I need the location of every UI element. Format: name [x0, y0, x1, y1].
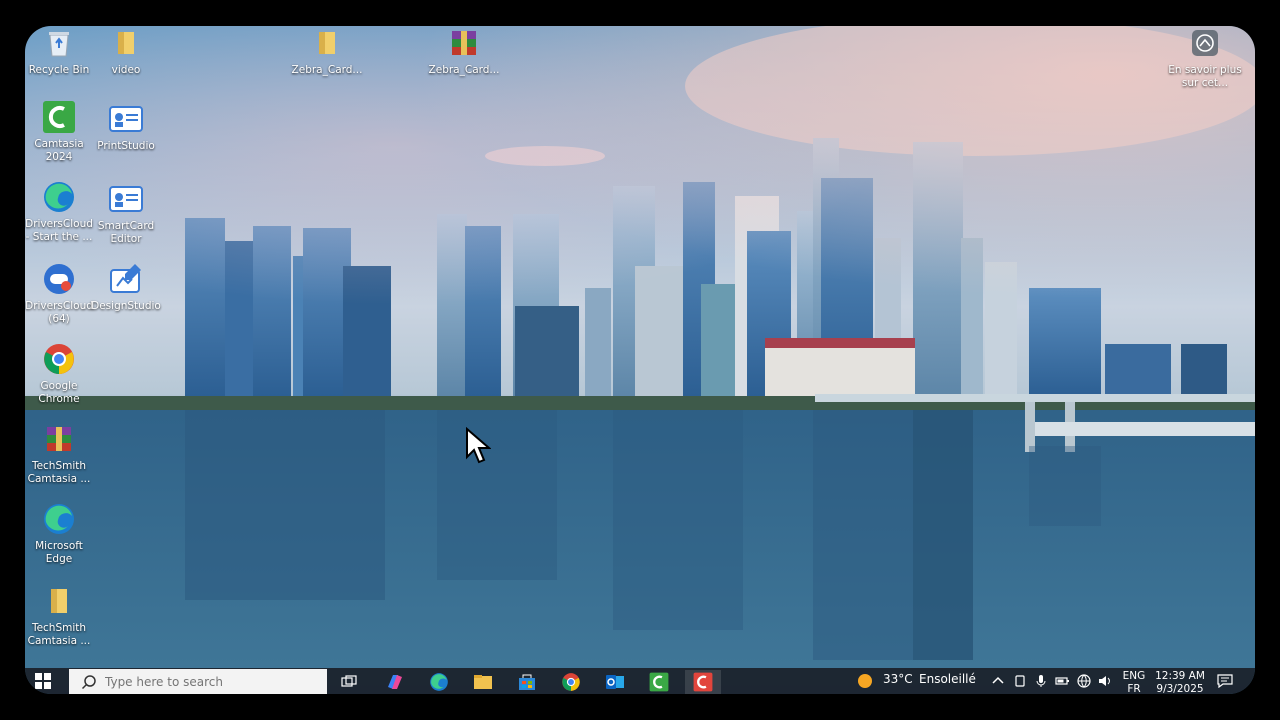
file-explorer-icon: [474, 675, 492, 689]
folder-icon: [310, 26, 344, 60]
camtasia-recorder-button[interactable]: [685, 670, 721, 694]
search-input[interactable]: [105, 674, 305, 689]
desktop-icon-label: Google Chrome: [38, 380, 80, 405]
clock-time: 12:39 AM: [1155, 670, 1205, 682]
chevron-up-icon[interactable]: [991, 674, 1005, 688]
globe-icon[interactable]: [1077, 674, 1091, 688]
taskbar: 33°C Ensoleillé ENG FR 12:39 AM 9/3/2025: [25, 668, 1255, 694]
language-indicator[interactable]: ENG FR: [1122, 670, 1146, 694]
windows-start-icon[interactable]: [35, 673, 51, 689]
outlook-icon: [606, 675, 624, 689]
desktop-icon-label: Camtasia 2024: [34, 138, 84, 163]
desktop-icon-label: DriversCloud (64): [25, 300, 93, 325]
learn-more-label: En savoir plus sur cet...: [1168, 64, 1242, 89]
clock-date: 9/3/2025: [1156, 683, 1204, 694]
winrar-archive-icon: [447, 26, 481, 60]
desktop-icon-label: TechSmith Camtasia ...: [27, 622, 91, 647]
weather-temperature[interactable]: 33°C: [883, 672, 913, 686]
desktop-icon-techsmith-camtasia-archive[interactable]: TechSmith Camtasia ...: [25, 422, 96, 486]
desktop-icon-label: TechSmith Camtasia ...: [27, 460, 91, 485]
desktop-icon-video-folder[interactable]: video: [89, 26, 163, 77]
desktop-icon-label: Zebra_Card...: [291, 64, 363, 76]
network-drive-icon[interactable]: [1013, 674, 1027, 688]
winrar-archive-icon: [42, 422, 76, 456]
copilot-icon: [388, 675, 402, 689]
language-region: FR: [1127, 683, 1141, 694]
desktop-icon-driverscloud-64[interactable]: DriversCloud (64): [25, 262, 96, 326]
store-icon: [519, 674, 535, 690]
card-printer-icon: [109, 182, 143, 216]
desktop-icon-label: video: [111, 64, 141, 76]
desktop-icon-label: SmartCard Editor: [97, 220, 155, 245]
desktop-icon-label: DriversCloud - Start the ...: [25, 218, 93, 243]
desktop-icon-label: Microsoft Edge: [35, 540, 83, 565]
desktop-icon-label: Zebra_Card...: [428, 64, 500, 76]
desktop-icon-microsoft-edge[interactable]: Microsoft Edge: [25, 502, 96, 566]
file-explorer-button[interactable]: [465, 670, 501, 694]
desktop-icon-zebra-card-archive[interactable]: Zebra_Card...: [427, 26, 501, 77]
edge-icon: [42, 180, 76, 214]
search-icon: [81, 674, 96, 689]
desktop-icon-camtasia-2024[interactable]: Camtasia 2024: [25, 100, 96, 164]
desktop-screen: Recycle Bin video Zebra_Card... Zebra_Ca…: [25, 26, 1255, 694]
weather-condition[interactable]: Ensoleillé: [919, 672, 976, 686]
task-view-icon: [341, 675, 357, 687]
camera-info-icon: [1188, 26, 1222, 60]
camtasia-recorder-icon: [693, 672, 713, 692]
camtasia-taskbar-button[interactable]: [641, 670, 677, 694]
desktop-icon-driverscloud-start[interactable]: DriversCloud - Start the ...: [25, 180, 96, 244]
store-button[interactable]: [509, 670, 545, 694]
volume-icon[interactable]: [1098, 674, 1112, 688]
folder-icon: [42, 584, 76, 618]
microphone-icon[interactable]: [1034, 674, 1048, 688]
folder-icon: [109, 26, 143, 60]
edge-icon: [42, 502, 76, 536]
desktop-icon-label: DesignStudio: [91, 300, 161, 312]
copilot-button[interactable]: [377, 670, 413, 694]
desktop-icon-google-chrome[interactable]: Google Chrome: [25, 342, 96, 406]
chrome-icon: [42, 342, 76, 376]
camtasia-icon: [649, 672, 669, 692]
camtasia-icon: [42, 100, 76, 134]
taskbar-search-box[interactable]: [69, 669, 327, 694]
desktop-icon-label: Recycle Bin: [28, 64, 90, 76]
mouse-cursor-icon: [466, 427, 491, 464]
desktop-icon-printstudio[interactable]: PrintStudio: [89, 102, 163, 153]
desktop-icon-recycle-bin[interactable]: Recycle Bin: [25, 26, 96, 77]
task-view-button[interactable]: [331, 670, 367, 694]
system-clock[interactable]: 12:39 AM 9/3/2025: [1151, 670, 1209, 694]
desktop-icon-techsmith-camtasia-folder[interactable]: TechSmith Camtasia ...: [25, 584, 96, 648]
driverscloud-icon: [42, 262, 76, 296]
outlook-button[interactable]: [597, 670, 633, 694]
battery-icon[interactable]: [1055, 674, 1069, 688]
sun-icon[interactable]: [857, 673, 873, 689]
wallpaper-skyline: [25, 26, 1255, 668]
chrome-taskbar-button[interactable]: [553, 670, 589, 694]
desktop-icon-label: PrintStudio: [97, 140, 155, 152]
recycle-bin-icon: [42, 26, 76, 60]
desktop-icon-designstudio[interactable]: DesignStudio: [89, 262, 163, 313]
design-studio-icon: [109, 262, 143, 296]
edge-icon: [430, 673, 448, 691]
desktop-icon-zebra-card-folder[interactable]: Zebra_Card...: [290, 26, 364, 77]
desktop-icon-smartcard-editor[interactable]: SmartCard Editor: [89, 182, 163, 246]
learn-more-wallpaper-button[interactable]: En savoir plus sur cet...: [1168, 26, 1242, 90]
notification-icon[interactable]: [1217, 674, 1233, 688]
language-code: ENG: [1122, 670, 1146, 682]
card-printer-icon: [109, 102, 143, 136]
chrome-icon: [562, 673, 580, 691]
edge-taskbar-button[interactable]: [421, 670, 457, 694]
